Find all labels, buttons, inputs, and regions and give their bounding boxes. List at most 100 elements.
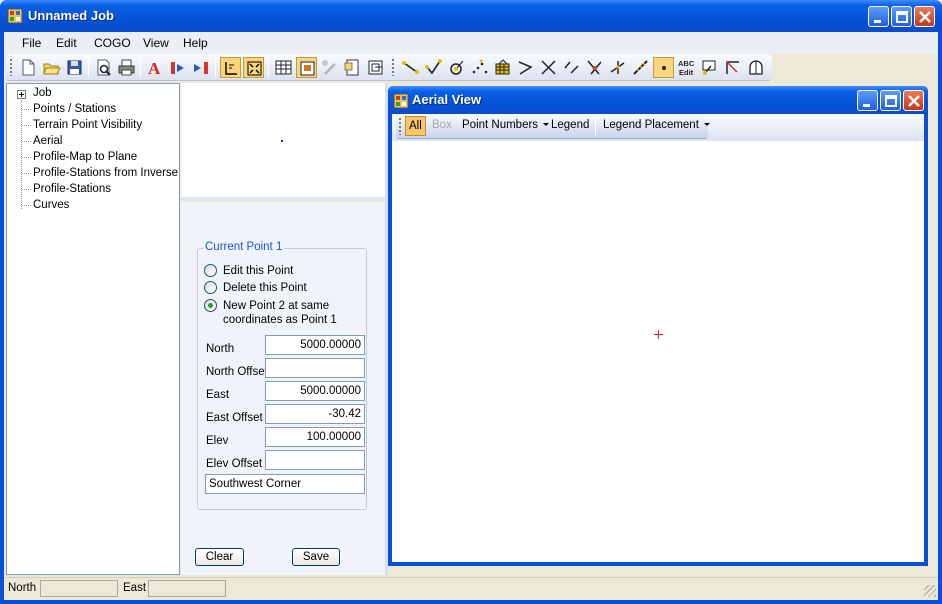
title-bar[interactable]: Unnamed Job (0, 0, 942, 32)
aerial-minimize-button[interactable] (857, 90, 878, 111)
legend-placement-label: Legend Placement (603, 119, 699, 131)
zoom-extents-icon (247, 61, 262, 76)
open-button[interactable] (41, 57, 62, 78)
north-field[interactable] (265, 335, 365, 355)
toolbar-grip[interactable] (399, 118, 401, 135)
point-preview[interactable] (181, 83, 385, 200)
tree-item-points-stations[interactable]: Points / Stations (33, 103, 116, 115)
minimize-button[interactable] (868, 6, 889, 27)
save-point-button[interactable]: Save (292, 548, 340, 566)
cross-tool-button[interactable] (538, 57, 559, 78)
menu-help[interactable]: Help (183, 36, 208, 50)
tree-connector (22, 141, 31, 142)
tree-item-job[interactable]: Job (33, 87, 52, 99)
point-square-tool-button[interactable] (653, 57, 674, 78)
job-tree[interactable]: Job Points / Stations Terrain Point Visi… (6, 83, 180, 575)
elev-offset-field[interactable] (265, 450, 365, 470)
tree-item-curves[interactable]: Curves (33, 199, 69, 211)
open-icon (43, 63, 61, 75)
status-bar: North East (4, 577, 938, 599)
aerial-close-button[interactable] (903, 90, 924, 111)
clear-button[interactable]: Clear (195, 548, 244, 566)
properties-button[interactable] (342, 57, 363, 78)
aerial-canvas[interactable] (392, 141, 924, 562)
resize-grip-icon[interactable] (924, 585, 936, 597)
menu-edit[interactable]: Edit (56, 36, 77, 50)
north-offset-field[interactable] (265, 358, 365, 378)
aerial-title: Aerial View (412, 92, 482, 107)
shape-tool-button[interactable] (745, 57, 766, 78)
menu-view[interactable]: View (143, 36, 169, 50)
legend-placement-dropdown[interactable]: Legend Placement (603, 119, 710, 131)
print-button[interactable] (116, 57, 137, 78)
building-icon (495, 59, 510, 75)
layout-button[interactable] (296, 57, 317, 78)
text-edit-tool-button[interactable]: ABC Edit (676, 57, 697, 78)
line-segments-tool-button[interactable] (561, 57, 582, 78)
description-field[interactable] (205, 474, 365, 494)
tree-item-profile-map-to-plane[interactable]: Profile-Map to Plane (33, 151, 137, 163)
elev-field[interactable] (265, 427, 365, 447)
tree-item-aerial[interactable]: Aerial (33, 135, 62, 147)
select-mode-icon (225, 62, 237, 75)
toolbar-grip[interactable] (10, 59, 12, 76)
east-field[interactable] (265, 381, 365, 401)
tree-item-profile-stations[interactable]: Profile-Stations (33, 183, 111, 195)
main-window: Unnamed Job File Edit COGO View Help A A… (0, 0, 942, 604)
line-tool-button[interactable] (400, 57, 421, 78)
intersect-tool-button[interactable] (584, 57, 605, 78)
menu-file[interactable]: File (22, 36, 41, 50)
east-offset-field[interactable] (265, 404, 365, 424)
legend-button[interactable]: Legend (551, 119, 589, 131)
chevron-down-icon (703, 123, 710, 127)
bearing-tool-button[interactable] (515, 57, 536, 78)
elev-offset-label: Elev Offset (206, 458, 263, 470)
select-mode-button[interactable] (220, 57, 241, 78)
toolbar-grip[interactable] (392, 59, 394, 76)
check-tool-button[interactable] (423, 57, 444, 78)
close-button[interactable] (914, 6, 935, 27)
window-button[interactable] (365, 57, 386, 78)
radio-new-point[interactable] (204, 299, 217, 312)
tree-item-terrain-point-visibility[interactable]: Terrain Point Visibility (33, 119, 142, 131)
print-preview-button[interactable] (93, 57, 114, 78)
grid-button[interactable] (273, 57, 294, 78)
radio-delete-point[interactable] (204, 281, 217, 294)
dotted-points-tool-button[interactable] (469, 57, 490, 78)
aerial-title-bar[interactable]: Aerial View (388, 86, 928, 114)
save-button[interactable] (64, 57, 85, 78)
all-button[interactable]: All (405, 116, 426, 136)
maximize-button[interactable] (891, 6, 912, 27)
cross-icon (541, 60, 556, 75)
current-point-panel: Current Point 1 Edit this Point Delete t… (181, 202, 385, 575)
minimize-icon (874, 20, 881, 23)
elev-label: Elev (206, 435, 229, 447)
zoom-extents-button[interactable] (243, 57, 264, 78)
flag-tool-button[interactable] (699, 57, 720, 78)
radio-edit-point[interactable] (204, 264, 217, 277)
new-button[interactable] (18, 57, 39, 78)
export-button[interactable] (191, 57, 212, 78)
import-button[interactable] (168, 57, 189, 78)
menu-cogo[interactable]: COGO (94, 36, 131, 50)
measure-tool-button[interactable] (630, 57, 651, 78)
expand-icon[interactable] (17, 90, 26, 99)
building-tool-button[interactable] (492, 57, 513, 78)
box-button[interactable]: Box (432, 119, 452, 131)
disabled-tool-button[interactable] (319, 57, 340, 78)
flag-icon (702, 60, 716, 75)
window-title: Unnamed Job (28, 8, 114, 23)
angle-tool-button[interactable] (722, 57, 743, 78)
point-square-icon (662, 66, 666, 70)
tree-item-profile-stations-from-inverse[interactable]: Profile-Stations from Inverse (33, 167, 178, 179)
circle-point-tool-button[interactable] (446, 57, 467, 78)
text-edit-icon: ABC Edit (678, 59, 695, 77)
radio-label-line1: New Point 2 at same (223, 300, 330, 312)
text-style-icon: A (148, 59, 161, 77)
point-numbers-dropdown[interactable]: Point Numbers (462, 119, 550, 131)
aerial-maximize-button[interactable] (880, 90, 901, 111)
text-style-button[interactable]: A (145, 57, 166, 78)
offset-tool-button[interactable] (607, 57, 628, 78)
status-north-value (40, 580, 118, 597)
toolbar-separator (268, 58, 269, 77)
